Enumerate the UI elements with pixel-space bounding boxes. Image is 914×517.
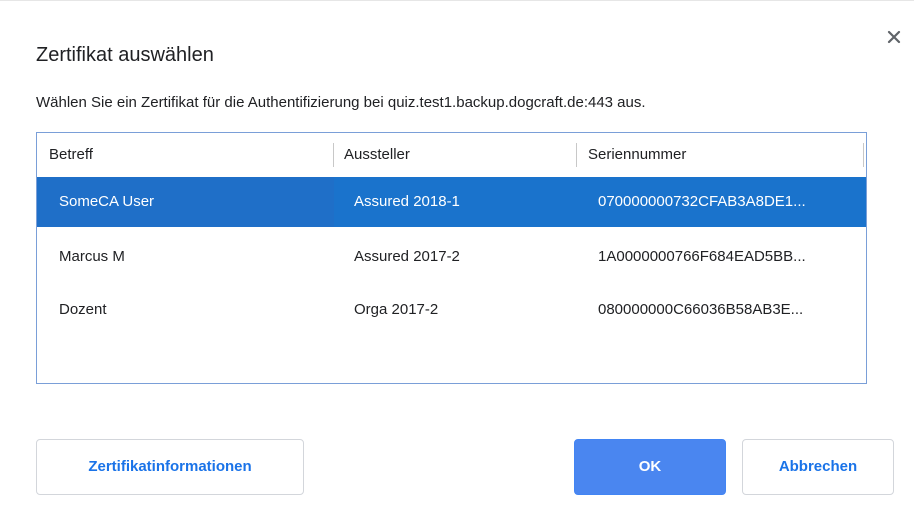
ok-button[interactable]: OK [574, 439, 726, 495]
table-header: Betreff Aussteller Seriennummer [37, 133, 866, 178]
certificate-dialog: Zertifikat auswählen Wählen Sie ein Zert… [0, 0, 914, 517]
column-header-subject[interactable]: Betreff [49, 133, 93, 177]
row-serial: 070000000732CFAB3A8DE1... [598, 193, 806, 210]
column-divider[interactable] [863, 143, 864, 167]
row-subject: Dozent [59, 301, 107, 318]
column-header-issuer[interactable]: Aussteller [344, 133, 410, 177]
row-issuer: Assured 2018-1 [354, 193, 460, 210]
row-issuer: Assured 2017-2 [354, 248, 460, 265]
certificate-table: Betreff Aussteller Seriennummer SomeCA U… [36, 132, 867, 384]
row-serial: 080000000C66036B58AB3E... [598, 301, 804, 318]
table-row[interactable]: Marcus M Assured 2017-2 1A0000000766F684… [37, 232, 866, 282]
column-divider[interactable] [576, 143, 577, 167]
dialog-description: Wählen Sie ein Zertifikat für die Authen… [36, 94, 646, 111]
row-subject: SomeCA User [59, 193, 155, 210]
column-divider[interactable] [333, 143, 334, 167]
column-header-serial[interactable]: Seriennummer [588, 133, 686, 177]
close-icon[interactable] [884, 27, 904, 47]
row-serial: 1A0000000766F684EAD5BB... [598, 248, 806, 265]
row-issuer: Orga 2017-2 [354, 301, 439, 318]
certificate-info-button[interactable]: Zertifikatinformationen [36, 439, 304, 495]
table-row[interactable]: SomeCA User Assured 2018-1 070000000732C… [37, 177, 866, 227]
dialog-title: Zertifikat auswählen [36, 44, 214, 66]
table-row[interactable]: Dozent Orga 2017-2 080000000C66036B58AB3… [37, 285, 866, 335]
cancel-button[interactable]: Abbrechen [742, 439, 894, 495]
row-subject: Marcus M [59, 248, 125, 265]
